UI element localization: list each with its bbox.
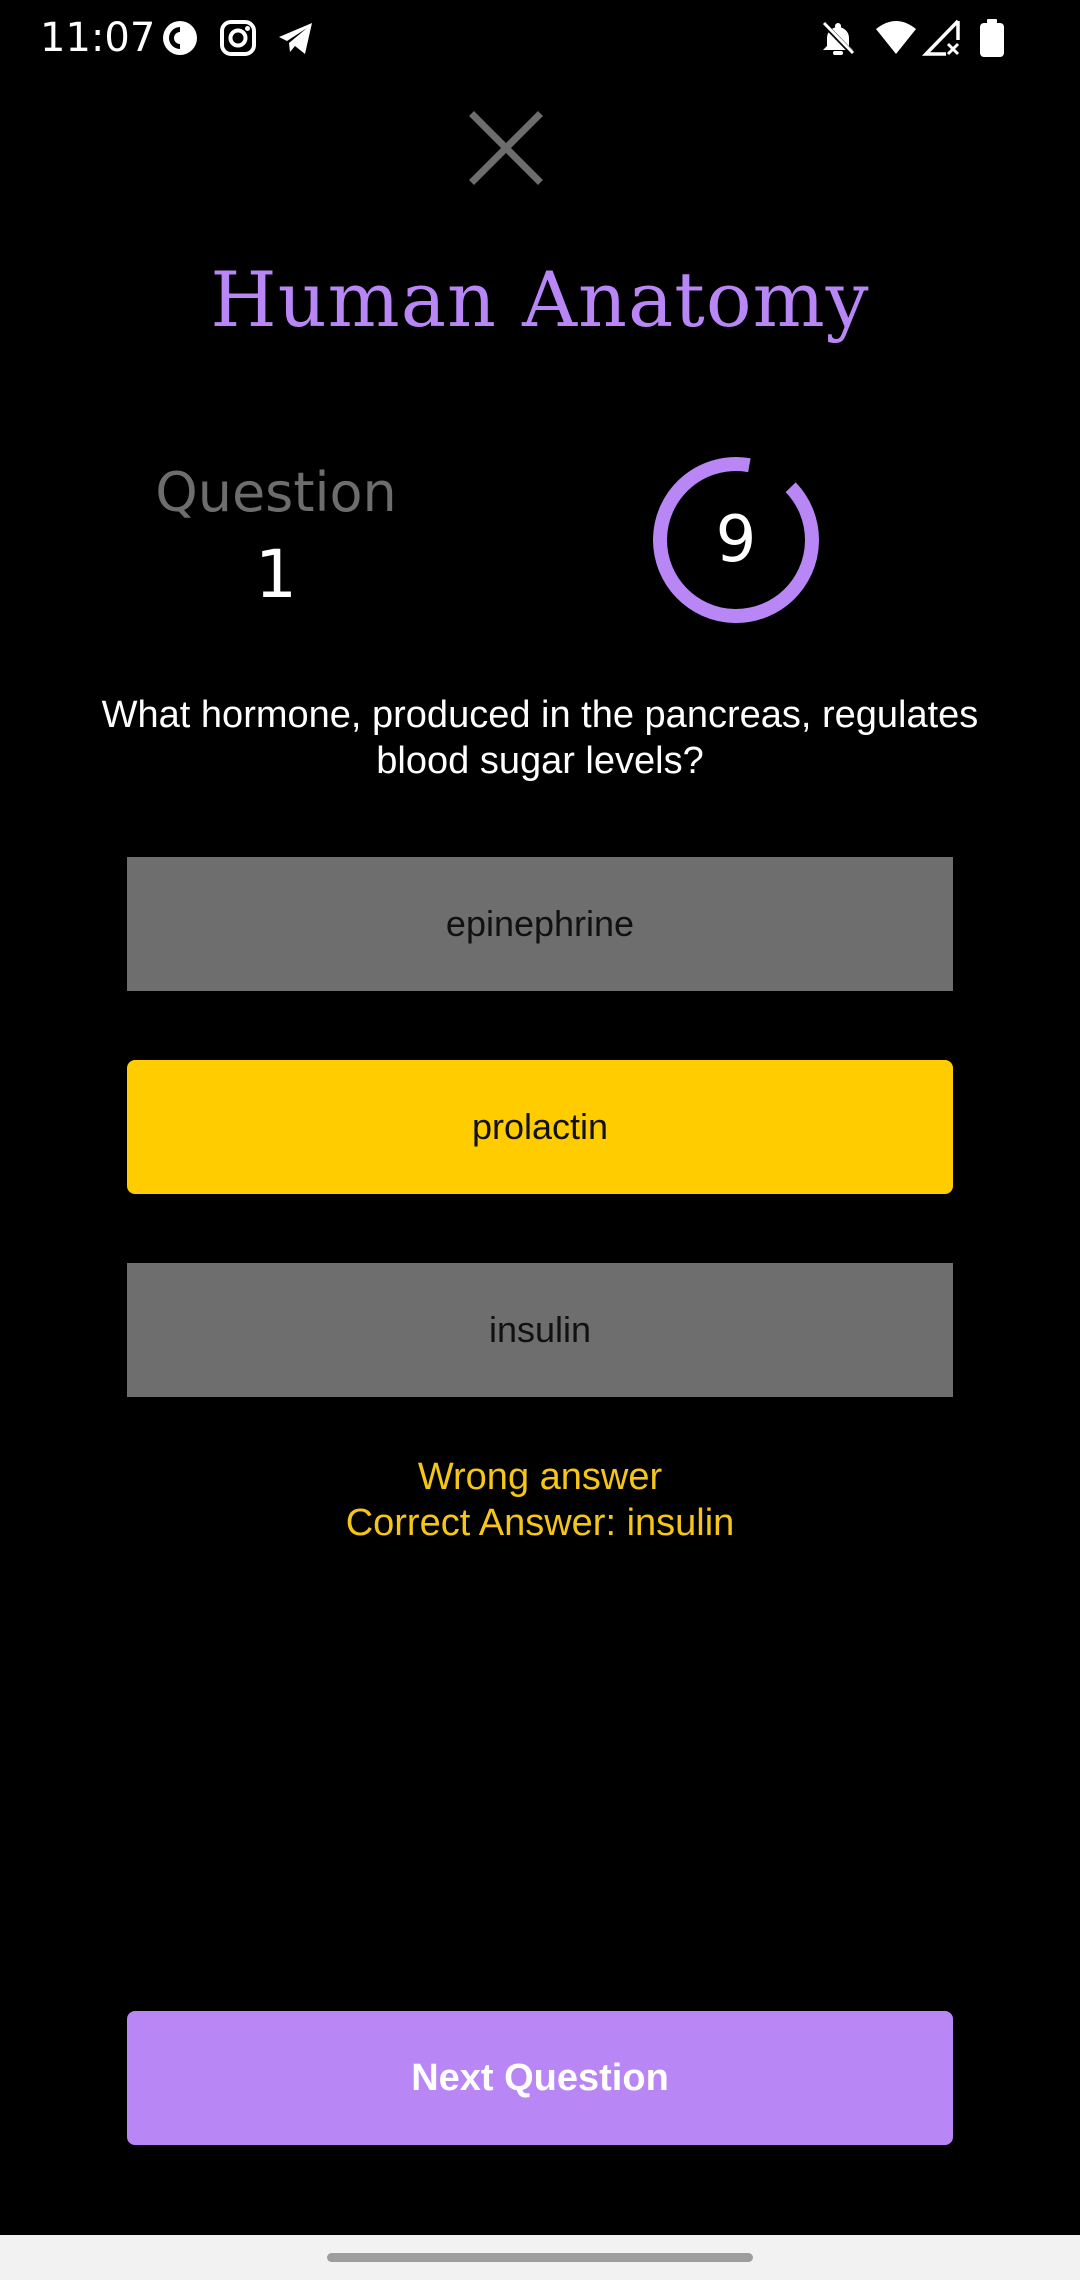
telegram-icon [276,18,316,58]
instagram-icon [218,18,258,58]
question-label: Question [155,461,397,524]
timer-value: 9 [715,503,757,577]
pocket-casts-icon [160,18,200,58]
status-time: 11:07 [40,15,156,61]
question-text: What hormone, produced in the pancreas, … [101,694,979,782]
answer-feedback: Wrong answer Correct Answer: insulin [0,1454,1080,1546]
wifi-icon [874,18,918,58]
close-button[interactable] [466,108,546,188]
no-signal-icon [922,18,962,58]
quiz-screen: 11:07 Human Anatomy Question 1 9 What ho… [0,0,1080,2280]
home-gesture-handle[interactable] [327,2253,753,2262]
answer-option-prolactin[interactable]: prolactin [127,1060,953,1194]
close-icon [469,111,543,185]
feedback-correct-answer: Correct Answer: insulin [345,1502,735,1544]
quiz-title: Human Anatomy [210,255,870,344]
notifications-off-icon [818,18,858,58]
battery-icon [976,18,1008,58]
answer-option-insulin[interactable]: insulin [127,1263,953,1397]
status-bar: 11:07 [0,0,1080,80]
countdown-timer: 9 [648,452,824,628]
next-question-button[interactable]: Next Question [127,2011,953,2145]
navigation-bar [0,2235,1080,2280]
answer-option-epinephrine[interactable]: epinephrine [127,857,953,991]
question-number: 1 [255,536,297,613]
feedback-result: Wrong answer [417,1456,663,1498]
